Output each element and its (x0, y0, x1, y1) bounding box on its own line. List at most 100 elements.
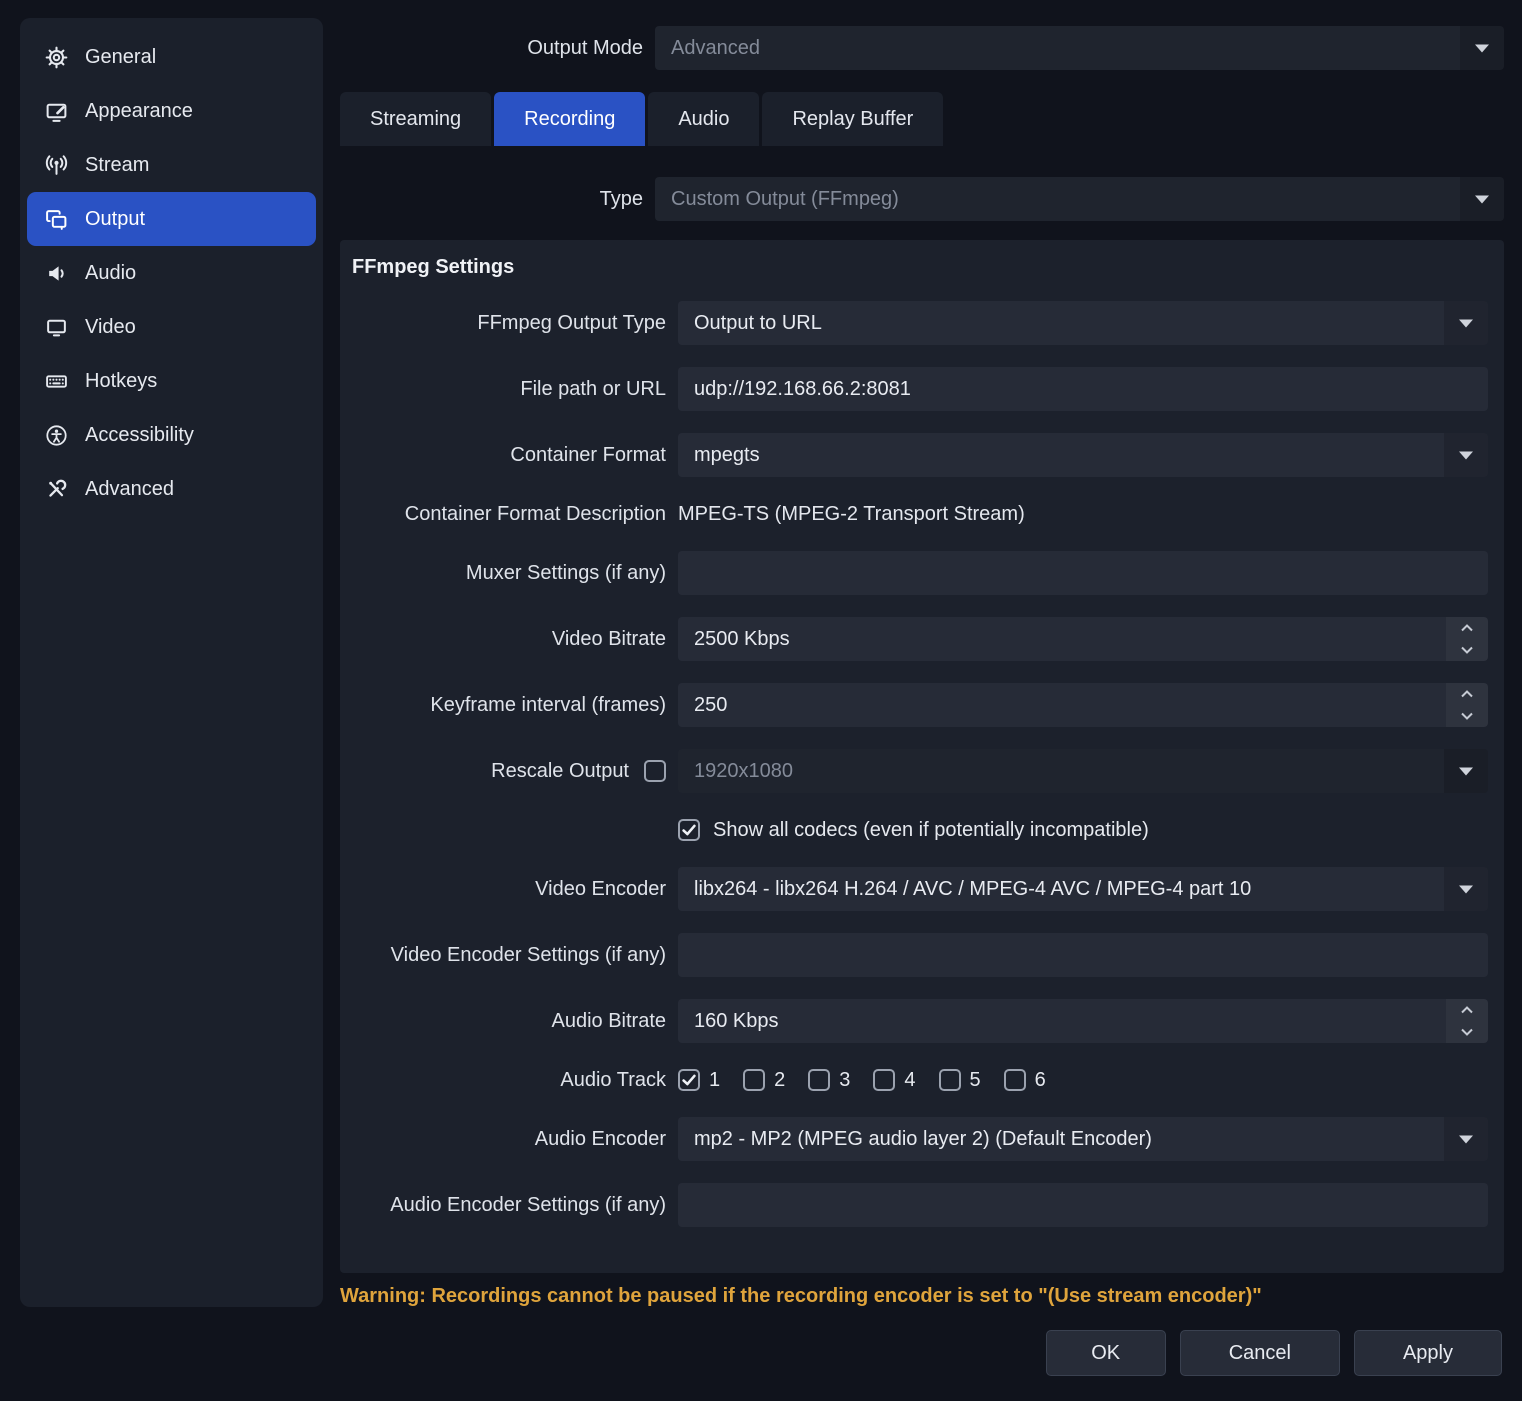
select-value: 1920x1080 (678, 760, 809, 783)
keyframe-interval-input[interactable] (678, 683, 1488, 727)
video-encoder-row: Video Encoder libx264 - libx264 H.264 / … (340, 867, 1488, 911)
tab-replay-buffer[interactable]: Replay Buffer (762, 92, 943, 146)
audio-encoder-settings-input[interactable] (678, 1183, 1488, 1227)
sidebar-item-label: Appearance (85, 100, 193, 123)
tab-recording[interactable]: Recording (494, 92, 645, 146)
output-mode-row: Output Mode Advanced (340, 26, 1504, 70)
tab-audio[interactable]: Audio (648, 92, 759, 146)
container-format-description-row: Container Format Description MPEG-TS (MP… (340, 499, 1488, 529)
dialog-footer: OK Cancel Apply (1046, 1330, 1502, 1376)
sidebar-item-output[interactable]: Output (27, 192, 316, 246)
audio-track-3: 3 (808, 1069, 850, 1092)
field-label: Audio Encoder Settings (if any) (340, 1194, 666, 1217)
speaker-icon (44, 261, 68, 285)
audio-track-label: 4 (904, 1069, 915, 1092)
file-path-input[interactable] (678, 367, 1488, 411)
select-value: mpegts (678, 444, 776, 467)
output-mode-select[interactable]: Advanced (655, 26, 1504, 70)
audio-track-3-checkbox[interactable] (808, 1069, 830, 1091)
tab-label: Audio (678, 108, 729, 131)
tab-streaming[interactable]: Streaming (340, 92, 491, 146)
audio-bitrate-input[interactable] (678, 999, 1488, 1043)
field-label: Audio Encoder (340, 1128, 666, 1151)
cancel-button[interactable]: Cancel (1180, 1330, 1340, 1376)
show-all-codecs-checkbox[interactable] (678, 819, 700, 841)
video-encoder-select[interactable]: libx264 - libx264 H.264 / AVC / MPEG-4 A… (678, 867, 1488, 911)
sidebar-item-hotkeys[interactable]: Hotkeys (27, 354, 316, 408)
audio-track-label: 6 (1035, 1069, 1046, 1092)
sidebar-item-advanced[interactable]: Advanced (27, 462, 316, 516)
keyframe-interval-row: Keyframe interval (frames) (340, 683, 1488, 727)
spin-up-button[interactable] (1446, 617, 1488, 639)
rescale-output-row: Rescale Output 1920x1080 (340, 749, 1488, 793)
spin-down-button[interactable] (1446, 705, 1488, 727)
sidebar-item-label: Output (85, 208, 145, 231)
sidebar-item-label: Hotkeys (85, 370, 157, 393)
audio-track-label: 1 (709, 1069, 720, 1092)
spin-down-button[interactable] (1446, 1021, 1488, 1043)
ffmpeg-output-type-select[interactable]: Output to URL (678, 301, 1488, 345)
muxer-settings-input[interactable] (678, 551, 1488, 595)
sidebar-item-audio[interactable]: Audio (27, 246, 316, 300)
video-bitrate-input[interactable] (678, 617, 1488, 661)
video-encoder-settings-input[interactable] (678, 933, 1488, 977)
spinner (1446, 617, 1488, 661)
ffmpeg-output-type-row: FFmpeg Output Type Output to URL (340, 301, 1488, 345)
audio-track-1: 1 (678, 1069, 720, 1092)
sidebar-item-stream[interactable]: Stream (27, 138, 316, 192)
output-tabs: Streaming Recording Audio Replay Buffer (340, 92, 1504, 146)
field-label: Container Format (340, 444, 666, 467)
chevron-down-icon (1444, 301, 1488, 345)
tools-icon (44, 477, 68, 501)
spin-down-button[interactable] (1446, 639, 1488, 661)
audio-track-1-checkbox[interactable] (678, 1069, 700, 1091)
chevron-down-icon (1444, 1117, 1488, 1161)
sidebar-item-accessibility[interactable]: Accessibility (27, 408, 316, 462)
audio-track-2-checkbox[interactable] (743, 1069, 765, 1091)
audio-encoder-select[interactable]: mp2 - MP2 (MPEG audio layer 2) (Default … (678, 1117, 1488, 1161)
spin-up-button[interactable] (1446, 683, 1488, 705)
audio-track-label: 5 (970, 1069, 981, 1092)
sidebar-item-video[interactable]: Video (27, 300, 316, 354)
sidebar-item-label: Stream (85, 154, 149, 177)
apply-button[interactable]: Apply (1354, 1330, 1502, 1376)
recording-warning-text: Warning: Recordings cannot be paused if … (340, 1285, 1504, 1308)
video-bitrate-row: Video Bitrate (340, 617, 1488, 661)
sidebar-item-label: General (85, 46, 156, 69)
rescale-resolution-select[interactable]: 1920x1080 (678, 749, 1488, 793)
spin-up-button[interactable] (1446, 999, 1488, 1021)
container-format-select[interactable]: mpegts (678, 433, 1488, 477)
audio-track-4: 4 (873, 1069, 915, 1092)
settings-sidebar: General Appearance Stream (20, 18, 323, 1307)
audio-track-label: 2 (774, 1069, 785, 1092)
show-all-codecs-row: Show all codecs (even if potentially inc… (340, 815, 1488, 845)
spinner (1446, 999, 1488, 1043)
recording-type-select[interactable]: Custom Output (FFmpeg) (655, 177, 1504, 221)
field-label: Audio Bitrate (340, 1010, 666, 1033)
tab-label: Streaming (370, 108, 461, 131)
select-value: mp2 - MP2 (MPEG audio layer 2) (Default … (678, 1128, 1168, 1151)
settings-content: Output Mode Advanced Streaming Recording… (340, 0, 1504, 1273)
field-label: File path or URL (340, 378, 666, 401)
audio-track-6-checkbox[interactable] (1004, 1069, 1026, 1091)
recording-type-value: Custom Output (FFmpeg) (655, 188, 915, 211)
audio-track-4-checkbox[interactable] (873, 1069, 895, 1091)
sidebar-item-label: Video (85, 316, 136, 339)
tab-label: Replay Buffer (792, 108, 913, 131)
ok-button[interactable]: OK (1046, 1330, 1166, 1376)
field-label: Video Encoder (340, 878, 666, 901)
sidebar-item-appearance[interactable]: Appearance (27, 84, 316, 138)
sidebar-item-label: Accessibility (85, 424, 194, 447)
sidebar-item-label: Advanced (85, 478, 174, 501)
audio-track-5-checkbox[interactable] (939, 1069, 961, 1091)
rescale-output-checkbox[interactable] (644, 760, 666, 782)
sidebar-item-general[interactable]: General (27, 30, 316, 84)
field-label: FFmpeg Output Type (340, 312, 666, 335)
chevron-down-icon (1444, 433, 1488, 477)
audio-track-5: 5 (939, 1069, 981, 1092)
output-icon (44, 207, 68, 231)
audio-track-label: 3 (839, 1069, 850, 1092)
sidebar-item-label: Audio (85, 262, 136, 285)
video-encoder-settings-row: Video Encoder Settings (if any) (340, 933, 1488, 977)
output-mode-label: Output Mode (340, 37, 643, 60)
